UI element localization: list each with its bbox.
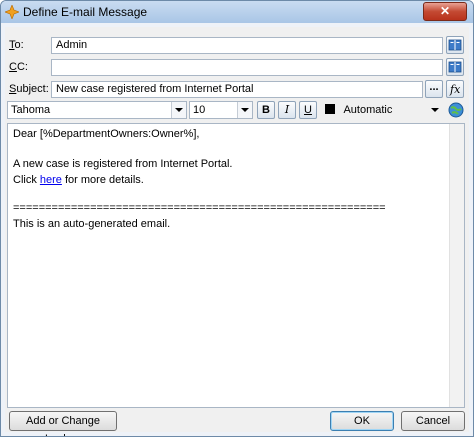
color-swatch — [325, 104, 335, 114]
body-line-2: Click here for more details. — [13, 174, 144, 186]
expression-button[interactable]: fx — [446, 80, 464, 98]
ok-button[interactable]: OK — [330, 411, 394, 431]
font-family-select[interactable]: Tahoma — [7, 101, 187, 119]
window-title: Define E-mail Message — [23, 5, 148, 19]
globe-icon — [448, 102, 464, 118]
message-body-editor[interactable]: Dear [%DepartmentOwners:Owner%], A new c… — [7, 123, 465, 408]
chevron-down-icon[interactable] — [171, 102, 186, 118]
body-greeting: Dear [%DepartmentOwners:Owner%], — [13, 128, 200, 140]
chevron-down-icon[interactable] — [237, 102, 252, 118]
close-icon: ✕ — [439, 4, 451, 18]
address-book-button-cc[interactable] — [446, 58, 464, 76]
subject-label: Subject: — [9, 83, 49, 95]
italic-button[interactable]: I — [278, 101, 296, 119]
title-bar[interactable]: Define E-mail Message ✕ — [1, 1, 473, 23]
define-email-dialog: Define E-mail Message ✕ To: Admin CC: Su… — [0, 0, 474, 437]
insert-link-button[interactable] — [447, 101, 465, 119]
address-book-icon — [448, 39, 462, 51]
cc-label: CC: — [9, 61, 28, 73]
subject-ellipsis-button[interactable]: ... — [425, 80, 443, 98]
details-link[interactable]: here — [40, 174, 62, 186]
body-footer: This is an auto-generated email. — [13, 218, 171, 230]
add-change-lookup-button[interactable]: Add or Change Lookup — [9, 411, 117, 436]
dialog-client: To: Admin CC: Subject: New case register… — [5, 27, 469, 436]
address-book-button-to[interactable] — [446, 36, 464, 54]
text-color-select[interactable]: Automatic — [321, 101, 443, 119]
cancel-button[interactable]: Cancel — [401, 411, 465, 431]
underline-button[interactable]: U — [299, 101, 317, 119]
subject-field[interactable]: New case registered from Internet Portal — [51, 81, 423, 98]
text-color-value: Automatic — [343, 104, 393, 116]
body-separator: ========================================… — [13, 202, 386, 214]
function-icon: fx — [449, 83, 461, 96]
body-line-1: A new case is registered from Internet P… — [13, 158, 233, 170]
cc-field[interactable] — [51, 59, 443, 76]
editor-scrollbar[interactable] — [449, 124, 464, 407]
font-size-value: 10 — [193, 104, 206, 116]
to-field[interactable]: Admin — [51, 37, 443, 54]
app-icon — [5, 5, 19, 19]
close-button[interactable]: ✕ — [423, 2, 467, 21]
bold-button[interactable]: B — [257, 101, 275, 119]
to-label: To: — [9, 39, 24, 51]
font-size-select[interactable]: 10 — [189, 101, 253, 119]
address-book-icon — [448, 61, 462, 73]
font-family-value: Tahoma — [11, 104, 51, 116]
svg-text:fx: fx — [449, 83, 461, 96]
chevron-down-icon[interactable] — [428, 102, 442, 118]
